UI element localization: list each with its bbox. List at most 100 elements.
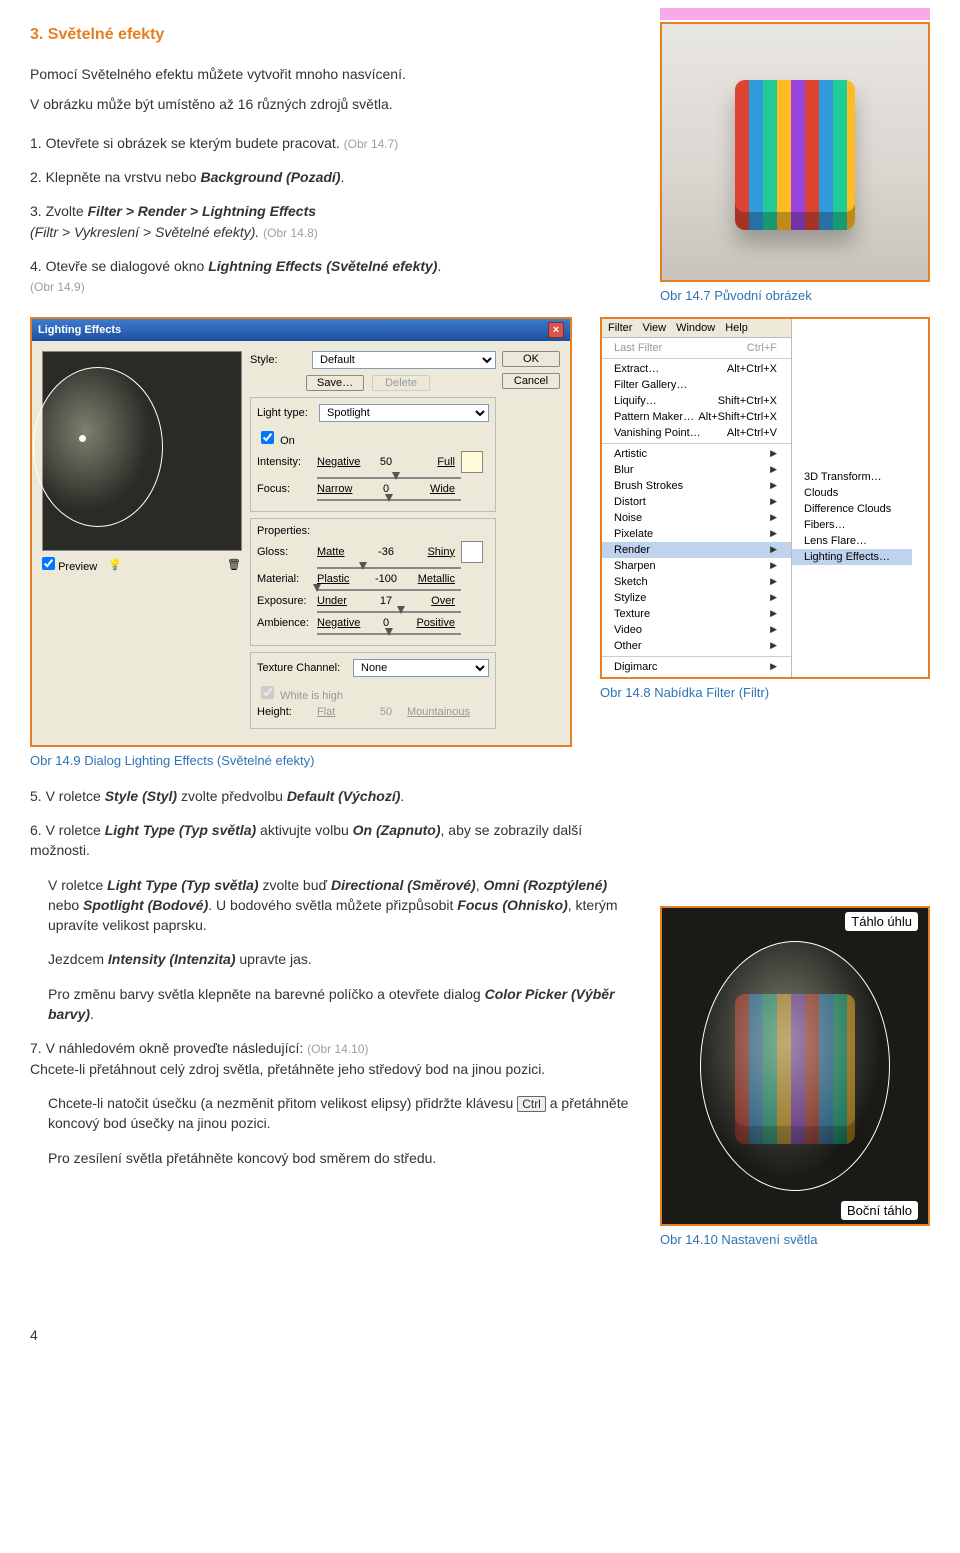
focus-slider[interactable] xyxy=(317,499,461,501)
submenu-fibers[interactable]: Fibers… xyxy=(792,517,912,533)
gloss-slider[interactable] xyxy=(317,567,461,569)
intensity-slider[interactable] xyxy=(317,477,461,479)
exposure-slider[interactable] xyxy=(317,611,461,613)
step-6c: Jezdcem Intensity (Intenzita) upravte ja… xyxy=(48,949,632,969)
step-7c: Pro zesílení světla přetáhněte koncový b… xyxy=(48,1148,632,1168)
material-label: Material: xyxy=(257,573,311,585)
menu-texture[interactable]: Texture▶ xyxy=(602,606,791,622)
white-is-high-checkbox: White is high xyxy=(257,690,343,702)
menu-pattern-maker[interactable]: Pattern Maker…Alt+Shift+Ctrl+X xyxy=(602,409,791,425)
step-1: 1. Otevřete si obrázek se kterým budete … xyxy=(30,133,632,153)
ambience-label: Ambience: xyxy=(257,617,311,629)
submenu-3d-transform[interactable]: 3D Transform… xyxy=(792,469,912,485)
save-button[interactable]: Save… xyxy=(306,375,364,391)
menu-other[interactable]: Other▶ xyxy=(602,638,791,654)
fig-14-8-caption: Obr 14.8 Nabídka Filter (Filtr) xyxy=(600,685,930,700)
intensity-label: Intensity: xyxy=(257,456,311,468)
focus-right: Wide xyxy=(407,483,455,495)
texture-label: Texture Channel: xyxy=(257,662,347,674)
submenu-diff-clouds[interactable]: Difference Clouds xyxy=(792,501,912,517)
cancel-button[interactable]: Cancel xyxy=(502,373,560,389)
step2-c: . xyxy=(340,169,344,185)
menu-pixelate[interactable]: Pixelate▶ xyxy=(602,526,791,542)
focus-label: Focus: xyxy=(257,483,311,495)
menu-liquify[interactable]: Liquify…Shift+Ctrl+X xyxy=(602,393,791,409)
step4-a: Otevře se dialogové okno xyxy=(46,258,209,274)
style-label: Style: xyxy=(250,354,306,366)
exposure-label: Exposure: xyxy=(257,595,311,607)
lighting-effects-dialog: Lighting Effects × Preview 💡 🗑 xyxy=(30,317,572,747)
intro-p2: V obrázku může být umístěno až 16 různýc… xyxy=(30,94,632,114)
submenu-lens-flare[interactable]: Lens Flare… xyxy=(792,533,912,549)
light-color-swatch[interactable] xyxy=(461,451,483,473)
light-type-select[interactable]: Spotlight xyxy=(319,404,489,422)
fig-14-10-image: Táhlo úhlu Boční táhlo xyxy=(660,906,930,1226)
menu-stylize[interactable]: Stylize▶ xyxy=(602,590,791,606)
height-b: Mountainous xyxy=(407,706,455,718)
menu-filter-gallery[interactable]: Filter Gallery… xyxy=(602,377,791,393)
material-slider[interactable] xyxy=(317,589,461,591)
ambience-b: Positive xyxy=(407,617,455,629)
menu-brush-strokes[interactable]: Brush Strokes▶ xyxy=(602,478,791,494)
fig-14-7-image xyxy=(660,22,930,282)
dialog-titlebar: Lighting Effects × xyxy=(32,319,570,341)
submenu-lighting-effects[interactable]: Lighting Effects… xyxy=(792,549,912,565)
step-7b: Chcete-li natočit úsečku (a nezměnit při… xyxy=(48,1093,632,1134)
menu-extract[interactable]: Extract…Alt+Ctrl+X xyxy=(602,361,791,377)
menu-video[interactable]: Video▶ xyxy=(602,622,791,638)
menu-noise[interactable]: Noise▶ xyxy=(602,510,791,526)
step2-b: Background (Pozadí) xyxy=(200,169,340,185)
step3-num: 3. xyxy=(30,203,42,219)
menu-sharpen[interactable]: Sharpen▶ xyxy=(602,558,791,574)
step-4: 4. Otevře se dialogové okno Lightning Ef… xyxy=(30,256,632,297)
bulb-icon[interactable]: 💡 xyxy=(107,558,123,571)
submenu-clouds[interactable]: Clouds xyxy=(792,485,912,501)
trash-icon[interactable]: 🗑 xyxy=(226,558,242,571)
step3-a: Zvolte xyxy=(46,203,88,219)
material-b: Metallic xyxy=(407,573,455,585)
ambience-slider[interactable] xyxy=(317,633,461,635)
fig-14-10-caption: Obr 14.10 Nastavení světla xyxy=(660,1232,930,1247)
texture-select[interactable]: None xyxy=(353,659,489,677)
menubar-window[interactable]: Window xyxy=(676,322,715,334)
menu-render[interactable]: Render▶ xyxy=(602,542,791,558)
step-6b: V roletce Light Type (Typ světla) zvolte… xyxy=(48,875,632,936)
menubar-filter[interactable]: Filter xyxy=(608,322,632,334)
dialog-preview[interactable] xyxy=(42,351,242,551)
on-checkbox[interactable]: On xyxy=(257,435,295,447)
step1-ref: (Obr 14.7) xyxy=(344,137,399,151)
exposure-a: Under xyxy=(317,595,365,607)
menu-vanishing-point[interactable]: Vanishing Point…Alt+Ctrl+V xyxy=(602,425,791,441)
menubar: Filter View Window Help xyxy=(602,319,791,338)
close-icon[interactable]: × xyxy=(548,322,564,338)
properties-label: Properties: xyxy=(257,525,489,537)
ok-button[interactable]: OK xyxy=(502,351,560,367)
menu-sketch[interactable]: Sketch▶ xyxy=(602,574,791,590)
page-number: 4 xyxy=(30,1327,930,1343)
menu-digimarc[interactable]: Digimarc▶ xyxy=(602,659,791,675)
dialog-title: Lighting Effects xyxy=(38,324,121,336)
step-3: 3. Zvolte Filter > Render > Lightning Ef… xyxy=(30,201,632,242)
menu-artistic[interactable]: Artistic▶ xyxy=(602,446,791,462)
preview-checkbox[interactable]: Preview xyxy=(42,557,97,573)
exposure-b: Over xyxy=(407,595,455,607)
fig-14-7-caption: Obr 14.7 Původní obrázek xyxy=(660,288,930,303)
menubar-help[interactable]: Help xyxy=(725,322,748,334)
focus-left: Narrow xyxy=(317,483,365,495)
menu-blur[interactable]: Blur▶ xyxy=(602,462,791,478)
step1-text: Otevřete si obrázek se kterým budete pra… xyxy=(46,135,340,151)
ctrl-key: Ctrl xyxy=(517,1096,546,1112)
menubar-view[interactable]: View xyxy=(642,322,666,334)
menu-last-filter: Last FilterCtrl+F xyxy=(602,340,791,356)
step-7: 7. V náhledovém okně proveďte následujíc… xyxy=(30,1038,632,1079)
delete-button: Delete xyxy=(372,375,430,391)
style-select[interactable]: Default xyxy=(312,351,496,369)
light-type-label: Light type: xyxy=(257,407,313,419)
menu-distort[interactable]: Distort▶ xyxy=(602,494,791,510)
step3-ref: (Obr 14.8) xyxy=(263,226,318,240)
gloss-label: Gloss: xyxy=(257,546,311,558)
ambient-color-swatch[interactable] xyxy=(461,541,483,563)
intensity-right: Full xyxy=(407,456,455,468)
step3-b: Filter > Render > Lightning Effects xyxy=(88,203,316,219)
step2-a: Klepněte na vrstvu nebo xyxy=(46,169,201,185)
